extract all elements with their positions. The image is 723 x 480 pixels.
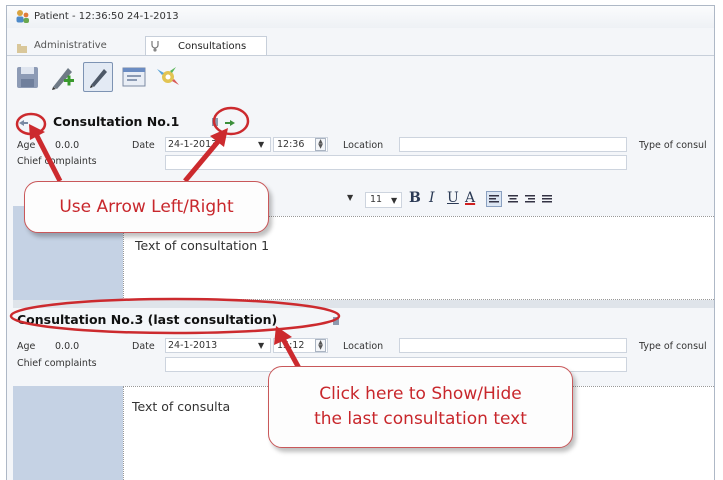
callout-arrow-keys: Use Arrow Left/Right — [24, 181, 269, 233]
annotation-ellipse-header — [9, 297, 341, 335]
callout-show-hide-line2: the last consultation text — [314, 409, 527, 429]
callout-arrow-keys-text: Use Arrow Left/Right — [59, 197, 234, 217]
annotation-arrow-right — [183, 136, 223, 183]
callout-show-hide-line1: Click here to Show/Hide — [319, 384, 522, 404]
annotation-circle-right — [212, 106, 250, 136]
callout-show-hide: Click here to Show/Hide the last consult… — [268, 366, 573, 448]
annotation-arrow-left — [33, 132, 63, 183]
